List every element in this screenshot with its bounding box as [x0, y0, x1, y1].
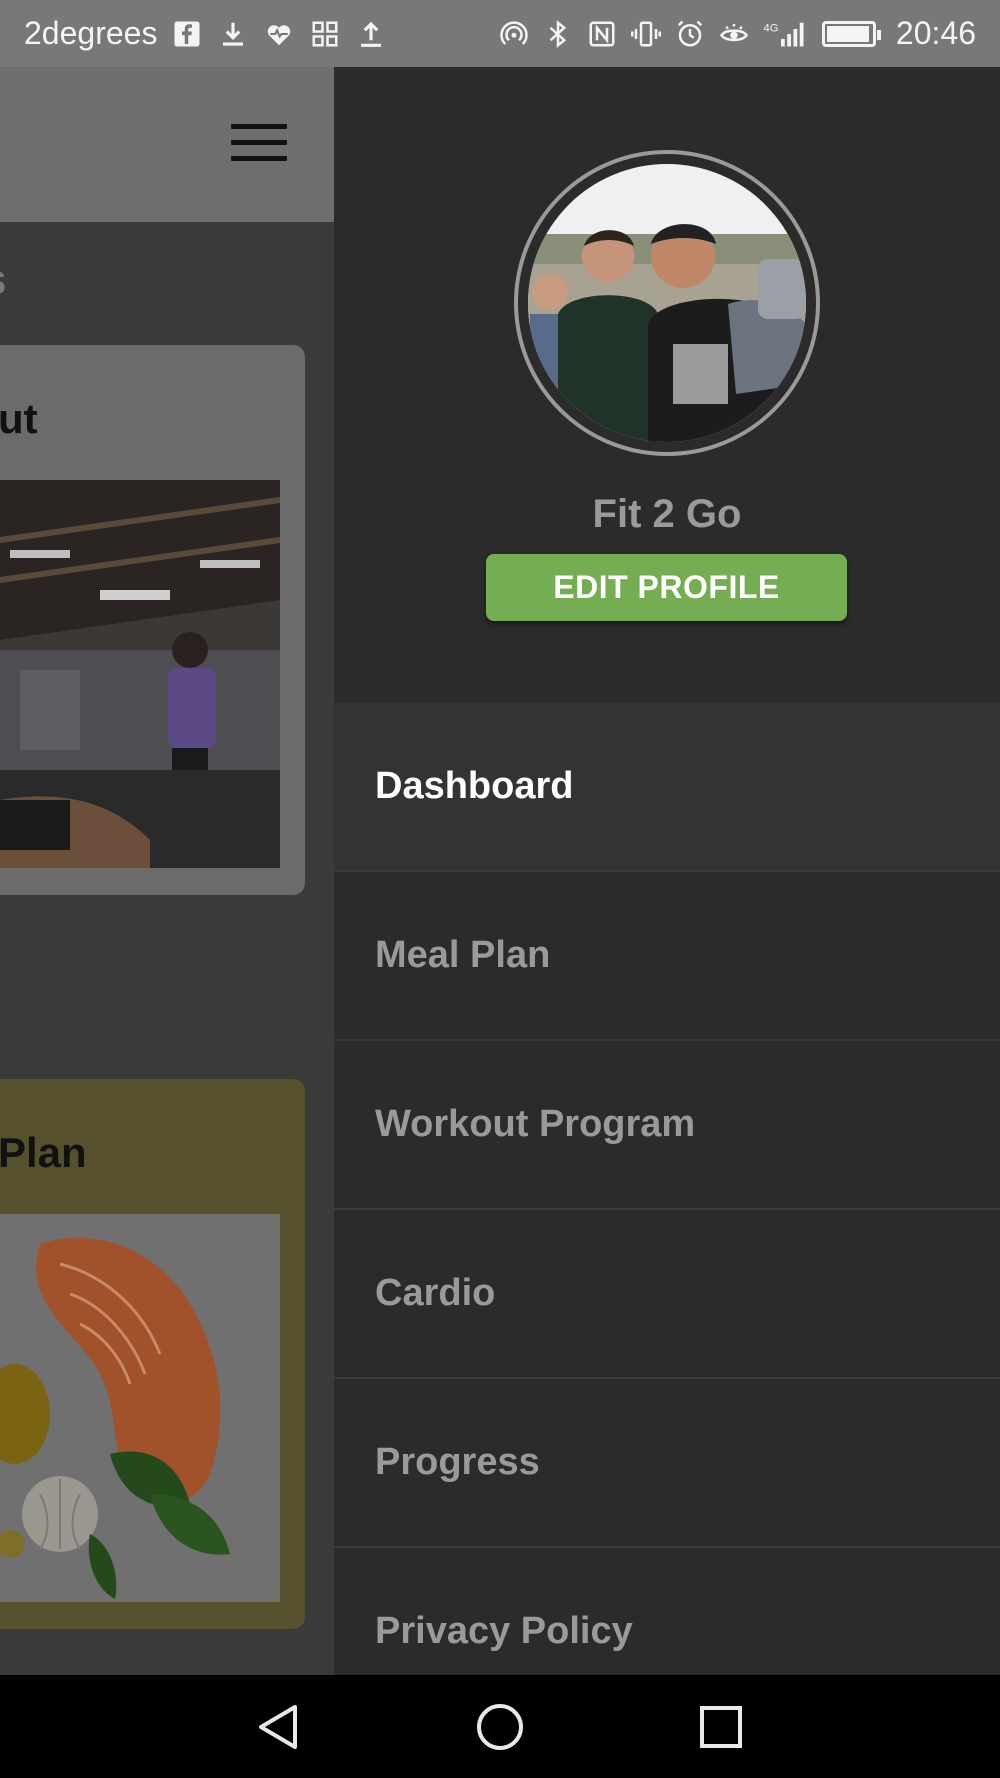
navigation-drawer: Fit 2 Go EDIT PROFILE Dashboard Meal Pla…: [334, 67, 1000, 1675]
clock: 20:46: [895, 15, 976, 51]
menu-icon[interactable]: [231, 124, 287, 162]
facebook-icon: [171, 18, 203, 50]
heart-rate-icon: [263, 18, 295, 50]
background-app[interactable]: s ut Plan: [0, 67, 334, 1675]
avatar[interactable]: [514, 150, 820, 456]
section-heading-fragment: s: [0, 255, 6, 305]
drawer-menu: Dashboard Meal Plan Workout Program Card…: [334, 703, 1000, 1675]
nfc-icon: [586, 18, 618, 50]
recents-icon[interactable]: [691, 1697, 751, 1757]
widgets-icon: [309, 18, 341, 50]
meal-plan-card-title: Plan: [0, 1129, 87, 1176]
menu-item-progress[interactable]: Progress: [334, 1379, 1000, 1548]
edit-profile-button[interactable]: EDIT PROFILE: [486, 554, 847, 621]
menu-item-workout-program[interactable]: Workout Program: [334, 1041, 1000, 1210]
gym-photo: [0, 480, 280, 868]
hotspot-icon: [498, 18, 530, 50]
profile-photo: [528, 164, 806, 442]
bluetooth-icon: [542, 18, 574, 50]
workout-card-title: ut: [0, 395, 38, 442]
alarm-icon: [674, 18, 706, 50]
menu-item-dashboard[interactable]: Dashboard: [334, 703, 1000, 872]
meal-plan-card[interactable]: Plan: [0, 1079, 305, 1629]
battery-icon: [821, 20, 881, 47]
menu-item-privacy-policy[interactable]: Privacy Policy: [334, 1548, 1000, 1675]
carrier-label: 2degrees: [24, 15, 158, 51]
signal-icon: 4G: [762, 18, 810, 50]
food-photo: [0, 1214, 280, 1602]
menu-item-meal-plan[interactable]: Meal Plan: [334, 872, 1000, 1041]
workout-card[interactable]: ut: [0, 345, 305, 895]
network-type: 4G: [763, 22, 778, 34]
vibrate-icon: [630, 18, 662, 50]
system-nav-bar: [0, 1675, 1000, 1778]
menu-item-cardio[interactable]: Cardio: [334, 1210, 1000, 1379]
upload-icon: [355, 18, 387, 50]
eye-comfort-icon: [718, 18, 750, 50]
profile-name: Fit 2 Go: [592, 492, 742, 536]
home-icon[interactable]: [470, 1697, 530, 1757]
download-icon: [217, 18, 249, 50]
back-icon[interactable]: [249, 1697, 309, 1757]
app-toolbar: [0, 67, 334, 222]
status-bar: 2degrees 4G 20:46: [0, 0, 1000, 67]
